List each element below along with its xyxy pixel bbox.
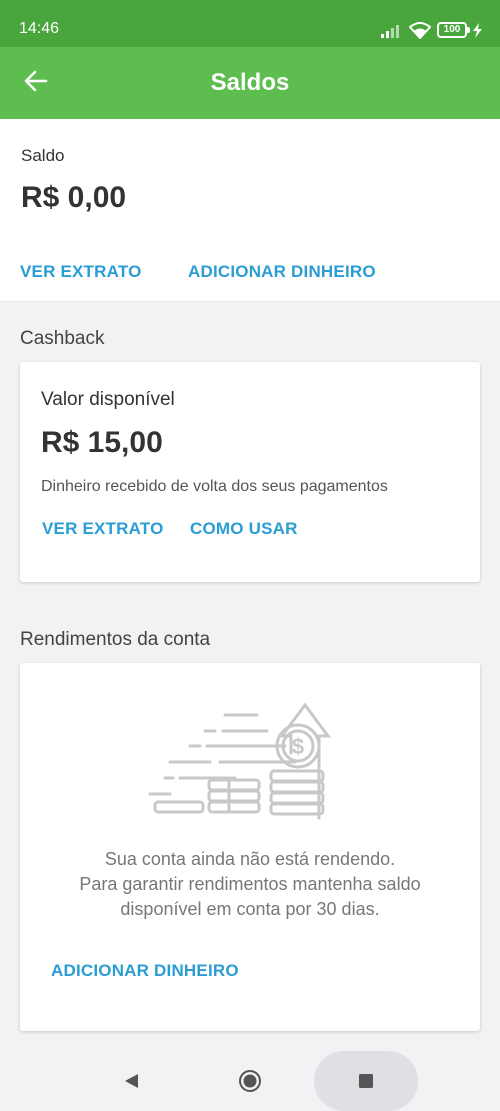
status-bar: 14:46 100 bbox=[0, 0, 500, 47]
cashback-statement-link[interactable]: VER EXTRATO bbox=[42, 519, 164, 539]
square-recents-icon[interactable] bbox=[358, 1073, 374, 1089]
yield-section-title: Rendimentos da conta bbox=[20, 629, 211, 650]
cashback-amount: R$ 15,00 bbox=[41, 426, 163, 459]
cashback-label: Valor disponível bbox=[41, 389, 175, 410]
yield-add-money-link[interactable]: ADICIONAR DINHEIRO bbox=[51, 961, 239, 981]
balance-section: Saldo R$ 0,00 VER EXTRATO ADICIONAR DINH… bbox=[0, 119, 500, 302]
balance-label: Saldo bbox=[21, 146, 65, 165]
cashback-how-to-use-link[interactable]: COMO USAR bbox=[190, 519, 298, 539]
coins-growth-illustration: $ bbox=[148, 702, 331, 820]
balance-statement-link[interactable]: VER EXTRATO bbox=[20, 262, 142, 282]
battery-icon: 100 bbox=[437, 22, 470, 38]
system-nav-bar bbox=[0, 1051, 500, 1111]
svg-text:$: $ bbox=[292, 734, 304, 759]
circle-home-icon[interactable] bbox=[238, 1069, 262, 1093]
wifi-icon bbox=[409, 21, 431, 39]
yield-card: $ Sua conta ainda não está rendendo. Par… bbox=[20, 663, 480, 1031]
yield-message-line-1: Sua conta ainda não está rendendo. bbox=[104, 849, 396, 869]
triangle-back-icon[interactable] bbox=[122, 1072, 140, 1090]
page-title: Saldos bbox=[210, 69, 290, 96]
cashback-card: Valor disponível R$ 15,00 Dinheiro receb… bbox=[20, 362, 480, 582]
app-bar: Saldos bbox=[0, 47, 500, 119]
yield-message-line-2: Para garantir rendimentos mantenha saldo bbox=[79, 874, 421, 894]
signal-icon bbox=[381, 25, 399, 38]
balance-add-money-link[interactable]: ADICIONAR DINHEIRO bbox=[188, 262, 376, 282]
charging-icon bbox=[473, 22, 482, 38]
yield-message-line-3: disponível em conta por 30 dias. bbox=[120, 899, 380, 919]
status-icons: 100 bbox=[381, 20, 482, 40]
cashback-section-title: Cashback bbox=[20, 328, 105, 349]
balance-amount: R$ 0,00 bbox=[21, 181, 127, 214]
status-time: 14:46 bbox=[19, 20, 60, 37]
cashback-description: Dinheiro recebido de volta dos seus paga… bbox=[41, 478, 388, 495]
yield-message: Sua conta ainda não está rendendo. Para … bbox=[20, 847, 480, 922]
